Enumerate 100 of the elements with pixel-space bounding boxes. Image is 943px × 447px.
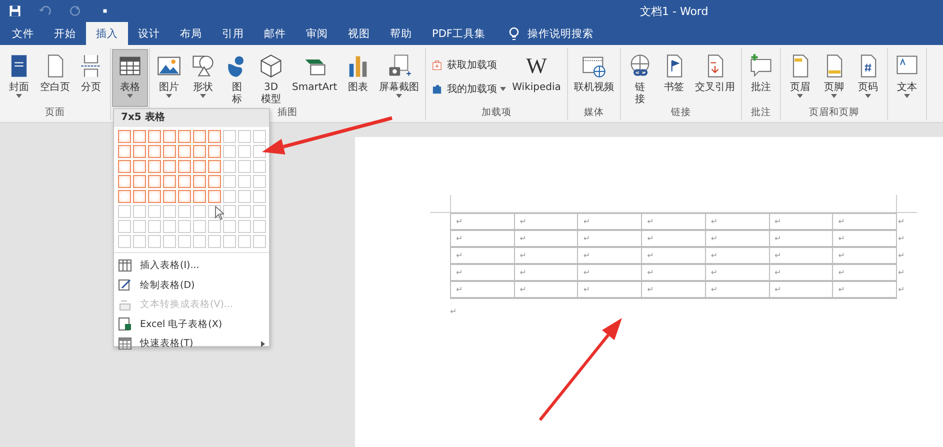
ribbon-tab[interactable]: 审阅 [296,22,338,45]
grid-cell[interactable] [133,145,146,158]
grid-cell[interactable] [178,235,191,248]
grid-cell[interactable] [223,190,236,203]
ribbon-button[interactable]: W Wikipedia [508,50,565,106]
grid-cell[interactable] [238,205,251,218]
ribbon-button[interactable]: 表格 [113,50,147,106]
grid-cell[interactable] [118,220,131,233]
grid-cell[interactable] [178,205,191,218]
ribbon-button[interactable]: 图片 [152,50,186,106]
grid-cell[interactable] [163,190,176,203]
grid-cell[interactable] [223,145,236,158]
grid-cell[interactable] [223,130,236,143]
grid-cell[interactable] [253,190,266,203]
ribbon-button[interactable]: 页码 [850,50,885,106]
ribbon-tab[interactable]: 设计 [128,22,170,45]
grid-cell[interactable] [163,145,176,158]
ribbon-button[interactable]: 联机视频 [570,50,618,106]
grid-cell[interactable] [253,160,266,173]
grid-cell[interactable] [238,190,251,203]
ribbon-button[interactable]: 图 标 [220,50,254,106]
grid-cell[interactable] [148,160,161,173]
grid-cell[interactable] [193,175,206,188]
grid-cell[interactable] [193,190,206,203]
grid-cell[interactable] [208,220,221,233]
grid-cell[interactable] [163,205,176,218]
grid-cell[interactable] [163,220,176,233]
ribbon-button[interactable]: 文本 [890,50,924,106]
grid-cell[interactable] [148,145,161,158]
grid-cell[interactable] [193,130,206,143]
grid-cell[interactable] [133,130,146,143]
ribbon-tab[interactable]: 插入 [86,22,128,45]
grid-cell[interactable] [238,145,251,158]
grid-cell[interactable] [178,130,191,143]
grid-cell[interactable] [208,145,221,158]
grid-cell[interactable] [133,175,146,188]
grid-cell[interactable] [238,175,251,188]
grid-cell[interactable] [208,175,221,188]
grid-cell[interactable] [253,175,266,188]
grid-cell[interactable] [148,235,161,248]
grid-cell[interactable] [118,130,131,143]
ribbon-tab[interactable]: PDF工具集 [422,22,496,45]
ribbon-button[interactable]: 图表 [341,50,376,106]
grid-cell[interactable] [208,160,221,173]
grid-cell[interactable] [148,130,161,143]
menu-item[interactable]: Excel 电子表格(X) [114,314,269,334]
grid-cell[interactable] [178,160,191,173]
grid-cell[interactable] [223,235,236,248]
ribbon-tab[interactable]: 视图 [338,22,380,45]
grid-cell[interactable] [148,220,161,233]
grid-cell[interactable] [163,130,176,143]
ribbon-tab[interactable]: 引用 [212,22,254,45]
ribbon-button[interactable]: 封面 [2,50,36,106]
ribbon-button[interactable]: 形状 [186,50,220,106]
grid-cell[interactable] [208,235,221,248]
grid-cell[interactable] [253,205,266,218]
grid-cell[interactable] [163,235,176,248]
grid-cell[interactable] [118,235,131,248]
grid-cell[interactable] [238,235,251,248]
menu-item[interactable]: 绘制表格(D) [114,276,269,295]
grid-cell[interactable] [253,220,266,233]
ribbon-button[interactable]: 交叉引用 [690,50,739,106]
grid-cell[interactable] [178,145,191,158]
grid-cell[interactable] [193,205,206,218]
ribbon-tab[interactable]: 布局 [170,22,212,45]
tell-me-search[interactable]: 操作说明搜索 [527,26,594,40]
ribbon-button[interactable]: 分页 [74,50,108,106]
grid-cell[interactable] [253,145,266,158]
grid-cell[interactable] [163,160,176,173]
grid-cell[interactable] [208,130,221,143]
ribbon-button[interactable]: 页脚 [816,50,851,106]
ribbon-button[interactable]: 获取加载项 [428,56,508,74]
grid-cell[interactable] [133,160,146,173]
grid-cell[interactable] [148,190,161,203]
ribbon-tab[interactable]: 文件 [2,22,44,45]
grid-cell[interactable] [133,220,146,233]
ribbon-button[interactable]: 页眉 [782,50,817,106]
ribbon-button[interactable]: 批注 [744,50,778,106]
grid-cell[interactable] [193,220,206,233]
grid-cell[interactable] [208,190,221,203]
grid-cell[interactable] [223,220,236,233]
ribbon-button[interactable]: SmartArt [288,50,342,106]
grid-cell[interactable] [193,160,206,173]
grid-cell[interactable] [253,235,266,248]
grid-cell[interactable] [118,145,131,158]
grid-cell[interactable] [178,175,191,188]
ribbon-tab[interactable]: 邮件 [254,22,296,45]
grid-cell[interactable] [163,175,176,188]
grid-cell[interactable] [223,205,236,218]
grid-cell[interactable] [118,205,131,218]
grid-cell[interactable] [133,235,146,248]
ribbon-button[interactable]: 3D 模型 [254,50,288,106]
grid-cell[interactable] [238,160,251,173]
grid-cell[interactable] [133,190,146,203]
grid-cell[interactable] [238,220,251,233]
grid-cell[interactable] [193,235,206,248]
grid-cell[interactable] [133,205,146,218]
ribbon-tab[interactable]: 帮助 [380,22,422,45]
ribbon-button[interactable]: 链 接 [622,50,657,106]
menu-item[interactable]: 插入表格(I)... [114,256,269,276]
